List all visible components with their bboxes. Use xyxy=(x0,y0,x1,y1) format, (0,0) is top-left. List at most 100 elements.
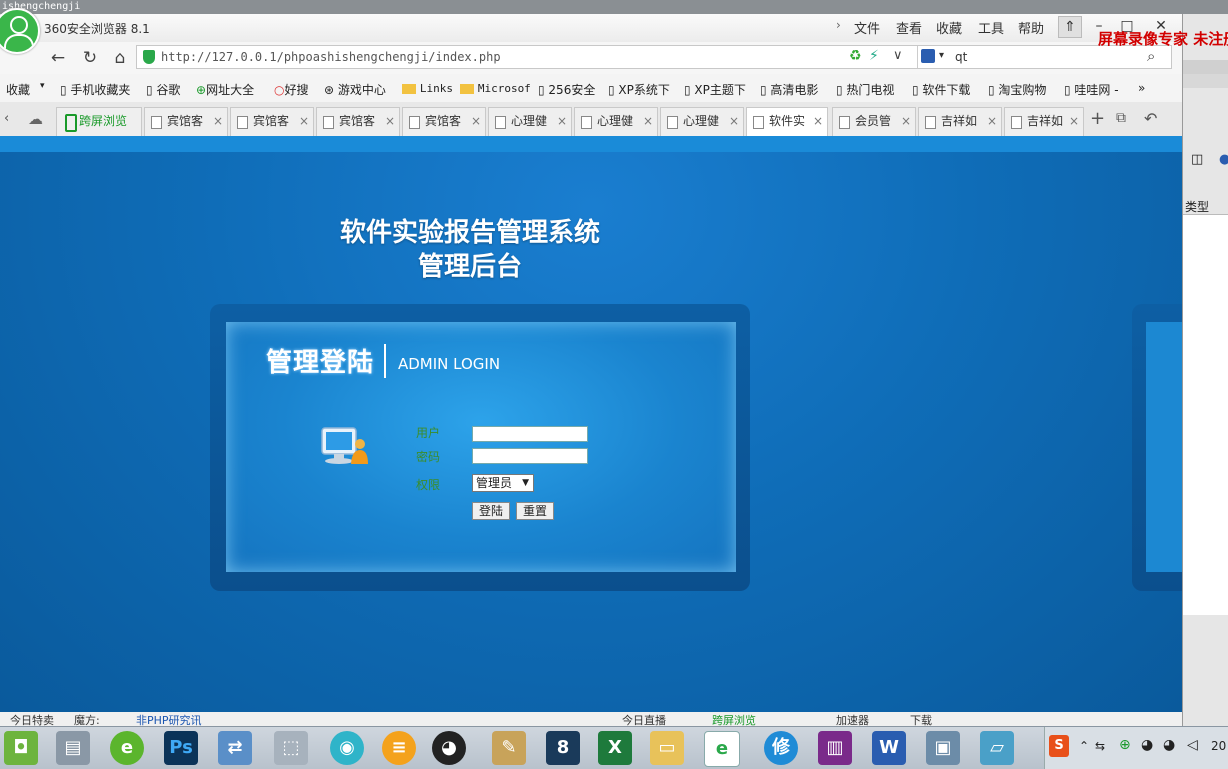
speed-icon[interactable]: ⚡ xyxy=(869,48,879,64)
status-left-text-2[interactable]: 魔方: xyxy=(74,712,100,726)
tab-close-icon[interactable]: × xyxy=(385,108,395,135)
menu-tools[interactable]: 工具 xyxy=(978,18,1004,37)
tab[interactable]: 心理健 × xyxy=(574,107,658,136)
tab-close-icon[interactable]: × xyxy=(471,108,481,135)
back-button[interactable]: ← xyxy=(46,46,70,70)
tab[interactable]: 宾馆客 × xyxy=(316,107,400,136)
status-left-text[interactable]: 今日特卖 xyxy=(10,712,54,726)
search-input[interactable]: qt xyxy=(955,50,967,64)
browser-360-icon[interactable]: e xyxy=(704,731,740,767)
tab-cross-screen[interactable]: 跨屏浏览 xyxy=(56,107,142,136)
tab[interactable]: 吉祥如 × xyxy=(1004,107,1084,136)
tab-scroll-left-icon[interactable]: ‹ xyxy=(4,111,9,126)
dropdown-chevron-icon[interactable]: ∨ xyxy=(893,48,903,63)
android-icon[interactable]: ◘ xyxy=(4,731,38,765)
bookmark-item[interactable]: ⊕网址大全 xyxy=(196,81,254,98)
tab[interactable]: 心理健 × xyxy=(488,107,572,136)
excel-icon[interactable]: X xyxy=(598,731,632,765)
password-input[interactable] xyxy=(472,448,588,464)
tray-qq2-icon[interactable]: ◕ xyxy=(1163,737,1175,753)
tab-close-icon[interactable]: × xyxy=(901,108,911,135)
home-button[interactable]: ⌂ xyxy=(108,46,132,70)
url-text[interactable]: http://127.0.0.1/phpoashishengchengji/in… xyxy=(161,50,501,64)
status-left-text-3[interactable]: 非PHP研究讯 xyxy=(136,712,202,726)
bookmark-item[interactable]: ▯ 软件下载 xyxy=(912,81,970,98)
tab-close-icon[interactable]: × xyxy=(557,108,567,135)
bookmark-item[interactable]: ▯ 高清电影 xyxy=(760,81,818,98)
folder-icon[interactable]: ▭ xyxy=(650,731,684,765)
bookmark-item[interactable]: ▯ 256安全 xyxy=(538,81,595,98)
bookmark-item[interactable]: ▯ 手机收藏夹 xyxy=(60,81,130,98)
search-icon[interactable]: ⌕ xyxy=(1147,47,1155,65)
engine-chevron-icon[interactable]: ▾ xyxy=(939,50,944,61)
tab[interactable]: 吉祥如 × xyxy=(918,107,1002,136)
status-cross-screen[interactable]: 跨屏浏览 xyxy=(712,712,756,726)
tray-360-icon[interactable]: ⊕ xyxy=(1119,737,1131,753)
tray-clock[interactable]: 20 xyxy=(1211,739,1226,753)
qq-penguin-icon[interactable]: ◕ xyxy=(432,731,466,765)
tab[interactable]: 宾馆客 × xyxy=(230,107,314,136)
tab-list-icon[interactable]: ⧉ xyxy=(1116,110,1126,126)
bookmark-item[interactable]: Links xyxy=(402,81,453,95)
stack-icon[interactable]: ≡ xyxy=(382,731,416,765)
more-bookmarks-icon[interactable]: » xyxy=(1138,81,1145,95)
tab-close-icon[interactable]: × xyxy=(813,108,823,135)
status-accelerator[interactable]: 加速器 xyxy=(836,712,869,726)
skin-icon[interactable]: ⇑ xyxy=(1058,16,1082,38)
globe-icon[interactable]: ● xyxy=(1219,152,1228,167)
cloud-icon[interactable]: ☁ xyxy=(28,110,43,128)
app-e-icon[interactable]: e xyxy=(110,731,144,765)
bookmark-favorites[interactable]: 收藏 xyxy=(6,81,30,98)
tray-network-icon[interactable]: ⇆ xyxy=(1095,739,1105,753)
bookmark-item[interactable]: ▯ 热门电视 xyxy=(836,81,894,98)
tab-close-icon[interactable]: × xyxy=(1069,108,1079,135)
bookmark-item[interactable]: Microsof xyxy=(460,81,531,95)
tab-close-icon[interactable]: × xyxy=(729,108,739,135)
bookmark-item[interactable]: ▯ 淘宝购物 xyxy=(988,81,1046,98)
tab-active[interactable]: 软件实 × xyxy=(746,107,828,137)
tab[interactable]: 会员管 × xyxy=(832,107,916,136)
word-icon[interactable]: W xyxy=(872,731,906,765)
menu-file[interactable]: 文件 xyxy=(854,18,880,37)
tray-qq-icon[interactable]: ◕ xyxy=(1141,737,1153,753)
recycle-icon[interactable]: ♻ xyxy=(849,48,862,64)
new-tab-icon[interactable]: + xyxy=(1090,108,1105,129)
tab[interactable]: 心理健 × xyxy=(660,107,744,136)
refresh-button[interactable]: ↻ xyxy=(78,46,102,70)
winrar-icon[interactable]: ▥ xyxy=(818,731,852,765)
repair-icon[interactable]: 修 xyxy=(764,731,798,765)
type-column-header[interactable]: 类型 xyxy=(1185,198,1209,215)
tray-expand-icon[interactable]: ⌃ xyxy=(1079,739,1089,753)
bookmark-item[interactable]: ▯ XP主题下 xyxy=(684,81,746,98)
bookmark-item[interactable]: ⊛ 游戏中心 xyxy=(324,81,386,98)
tab[interactable]: 宾馆客 × xyxy=(144,107,228,136)
app-8-icon[interactable]: 8 xyxy=(546,731,580,765)
computer-icon[interactable]: ▣ xyxy=(926,731,960,765)
bookmark-item[interactable]: ▯ 谷歌 xyxy=(146,81,180,98)
tab-close-icon[interactable]: × xyxy=(213,108,223,135)
bookmark-item[interactable]: ▯ XP系统下 xyxy=(608,81,670,98)
menu-view[interactable]: 查看 xyxy=(896,18,922,37)
baidu-paw-icon[interactable] xyxy=(921,49,935,63)
undo-close-icon[interactable]: ↶ xyxy=(1144,109,1157,128)
notepad-icon[interactable]: ✎ xyxy=(492,731,526,765)
address-bar[interactable]: http://127.0.0.1/phpoashishengchengji/in… xyxy=(136,45,1172,69)
tab-close-icon[interactable]: × xyxy=(987,108,997,135)
reset-button[interactable]: 重置 xyxy=(516,502,554,520)
tab-close-icon[interactable]: × xyxy=(643,108,653,135)
tablet-icon[interactable]: ▱ xyxy=(980,731,1014,765)
status-live[interactable]: 今日直播 xyxy=(622,712,666,726)
bookmark-item[interactable]: ○好搜 xyxy=(274,81,309,98)
panel-icon[interactable]: ◫ xyxy=(1191,152,1203,167)
photoshop-icon[interactable]: Ps xyxy=(164,731,198,765)
login-button[interactable]: 登陆 xyxy=(472,502,510,520)
favorites-chevron-icon[interactable]: ▾ xyxy=(40,81,45,91)
status-download[interactable]: 下载 xyxy=(910,712,932,726)
tab-close-icon[interactable]: × xyxy=(299,108,309,135)
bookmark-item[interactable]: ▯ 哇哇网 - xyxy=(1064,81,1119,98)
ime-s-icon[interactable]: S xyxy=(1049,735,1069,757)
username-input[interactable] xyxy=(472,426,588,442)
select-tool-icon[interactable]: ⬚ xyxy=(274,731,308,765)
menu-chevron-icon[interactable]: › xyxy=(836,18,841,32)
tab[interactable]: 宾馆客 × xyxy=(402,107,486,136)
